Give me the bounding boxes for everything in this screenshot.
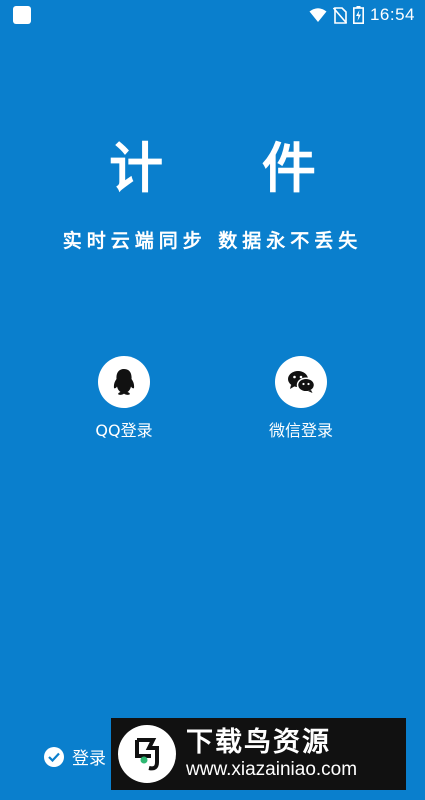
no-sim-icon [332, 6, 347, 24]
wechat-login-button[interactable]: 微信登录 [241, 356, 361, 441]
agreement-text: 登录 [72, 749, 106, 769]
qq-login-label[interactable]: QQ登录 [64, 417, 184, 441]
watermark-title: 下载鸟资源 [186, 727, 331, 758]
watermark-logo-icon [118, 725, 176, 783]
agreement-checkbox[interactable] [44, 746, 64, 767]
wechat-login-label[interactable]: 微信登录 [241, 417, 361, 441]
status-bar: 16:54 [0, 0, 425, 30]
wechat-login-circle[interactable] [275, 356, 327, 408]
wechat-icon [288, 371, 315, 393]
app-title: 计 件 [109, 137, 356, 200]
battery-charging-icon [352, 6, 364, 24]
wifi-icon [309, 8, 327, 22]
watermark-url: www.xiazainiao.com [186, 759, 358, 780]
app-notification-icon [13, 6, 31, 24]
qq-penguin-icon [113, 369, 135, 395]
status-icons: 16:54 [309, 4, 415, 26]
qq-login-circle[interactable] [98, 356, 150, 408]
app-tagline: 实时云端同步 数据永不丢失 [62, 230, 363, 252]
status-time: 16:54 [369, 5, 415, 24]
check-icon [48, 752, 60, 762]
agreement-row[interactable]: 登录 [44, 744, 106, 769]
watermark-banner: 下载鸟资源 www.xiazainiao.com [111, 718, 406, 790]
qq-login-button[interactable]: QQ登录 [64, 356, 184, 441]
watermark-text: 下载鸟资源 www.xiazainiao.com [186, 727, 357, 781]
